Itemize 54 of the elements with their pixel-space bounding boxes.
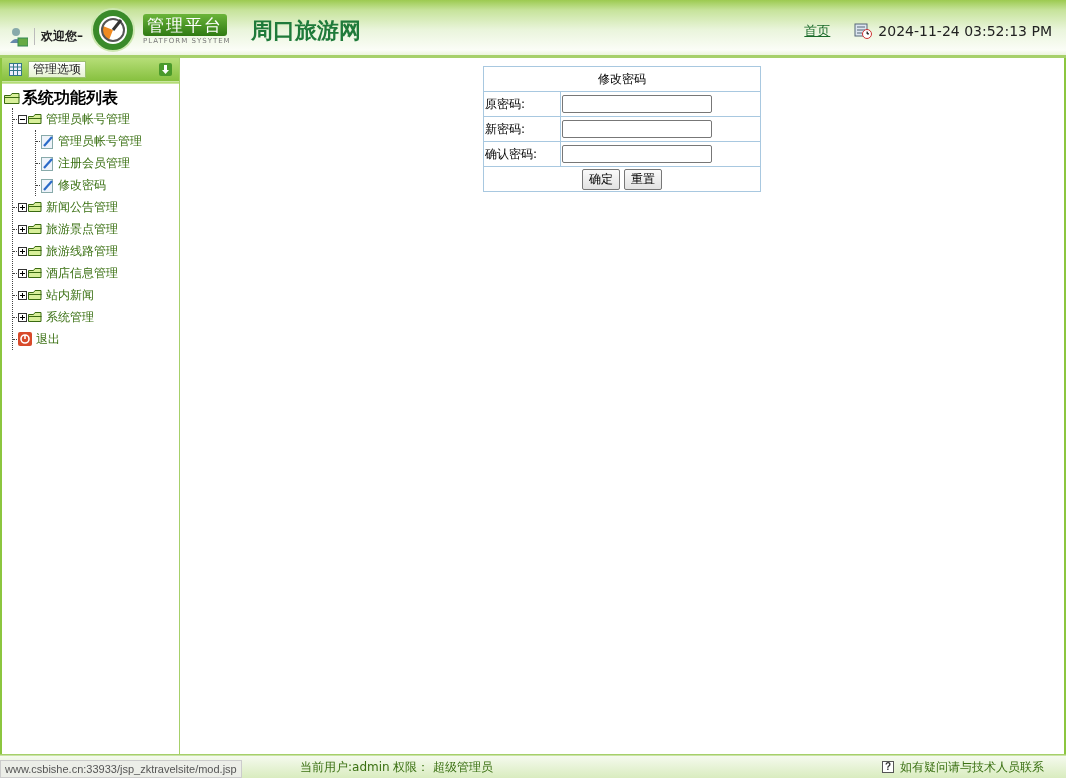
- tree-item[interactable]: 修改密码: [58, 176, 106, 194]
- form-title: 修改密码: [483, 66, 761, 92]
- tree-folder-item[interactable]: 新闻公告管理: [46, 198, 118, 216]
- tree-folder-item[interactable]: 管理员帐号管理: [46, 110, 130, 128]
- tree-item[interactable]: 注册会员管理: [58, 154, 130, 172]
- calendar-clock-icon: [854, 22, 873, 39]
- tree-root-label[interactable]: 系统功能列表: [22, 87, 118, 109]
- password-field[interactable]: [562, 120, 712, 138]
- tree-folder-item[interactable]: 酒店信息管理: [46, 264, 118, 282]
- expand-icon[interactable]: [18, 246, 27, 256]
- date-time: 2024-11-24 03:52:13 PM: [878, 22, 1052, 39]
- target-logo-icon: [91, 7, 135, 52]
- password-field[interactable]: [562, 95, 712, 113]
- password-field[interactable]: [562, 145, 712, 163]
- sidebar-title-button[interactable]: 管理选项: [28, 61, 86, 78]
- folder-icon: [28, 201, 42, 213]
- notepad-pencil-icon: [41, 177, 54, 193]
- expand-icon[interactable]: [18, 202, 27, 212]
- notepad-pencil-icon: [41, 133, 54, 149]
- table-icon: [9, 63, 22, 76]
- link-status-tooltip: www.csbishe.cn:33933/jsp_zktravelsite/mod.jsp: [0, 760, 242, 778]
- tree-folder-item[interactable]: 旅游景点管理: [46, 220, 118, 238]
- tree-item[interactable]: 退出: [36, 330, 60, 348]
- folder-icon: [28, 289, 42, 301]
- help-icon[interactable]: ?: [881, 761, 894, 773]
- logo-title: 管理平台: [143, 14, 227, 36]
- folder-icon: [28, 113, 42, 125]
- home-link[interactable]: 首页: [804, 21, 831, 40]
- expand-icon[interactable]: [18, 290, 27, 300]
- tree-folder-item[interactable]: 系统管理: [46, 308, 94, 326]
- site-name: 周口旅游网: [250, 15, 361, 45]
- folder-icon: [28, 223, 42, 235]
- expand-icon[interactable]: [18, 312, 27, 322]
- folder-icon: [28, 311, 42, 323]
- collapse-icon[interactable]: [18, 114, 27, 124]
- folder-icon: [28, 267, 42, 279]
- help-text: 如有疑问请与技术人员联系: [900, 758, 1044, 776]
- expand-icon[interactable]: [18, 268, 27, 278]
- field-label: 新密码:: [483, 116, 561, 142]
- current-user-text: 当前用户:admin 权限： 超级管理员: [300, 758, 494, 776]
- expand-icon[interactable]: [18, 224, 27, 234]
- folder-icon: [28, 245, 42, 257]
- tree-folder-item[interactable]: 站内新闻: [46, 286, 94, 304]
- form-button[interactable]: 重置: [624, 168, 662, 190]
- tree-item[interactable]: 管理员帐号管理: [58, 132, 142, 150]
- power-icon: [18, 332, 32, 346]
- user-icon: [10, 26, 28, 47]
- field-label: 原密码:: [483, 91, 561, 117]
- tree-folder-item[interactable]: 旅游线路管理: [46, 242, 118, 260]
- field-label: 确认密码:: [483, 141, 561, 167]
- form-button[interactable]: 确定: [582, 168, 620, 190]
- welcome-text: 欢迎您–: [34, 28, 83, 45]
- notepad-pencil-icon: [41, 155, 54, 171]
- down-arrow-icon[interactable]: [159, 63, 172, 76]
